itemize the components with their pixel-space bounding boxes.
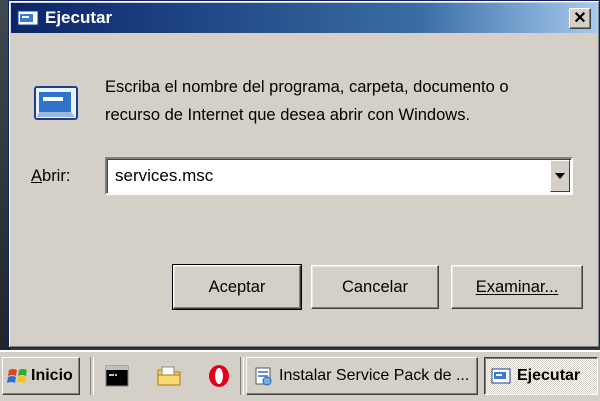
run-dialog-icon bbox=[491, 368, 511, 384]
taskbar-item-label: Ejecutar bbox=[517, 367, 581, 384]
start-label: Inicio bbox=[31, 367, 73, 384]
cancel-button-label: Cancelar bbox=[341, 277, 409, 296]
taskbar-item-label: Instalar Service Pack de ... bbox=[279, 367, 470, 384]
open-label-text: brir: bbox=[42, 167, 71, 185]
close-button[interactable]: ✕ bbox=[569, 8, 591, 29]
chevron-down-icon bbox=[555, 173, 565, 179]
taskbar-separator bbox=[90, 357, 94, 395]
opera-icon[interactable] bbox=[206, 363, 232, 389]
title-bar[interactable]: Ejecutar ✕ bbox=[11, 3, 597, 33]
open-label: Abrir: bbox=[31, 167, 70, 186]
taskbar-item-service-pack[interactable]: Instalar Service Pack de ... bbox=[246, 357, 478, 395]
accept-button[interactable]: Aceptar bbox=[172, 264, 302, 310]
accept-button-label: Aceptar bbox=[208, 277, 266, 296]
installer-icon bbox=[255, 367, 272, 386]
folder-icon[interactable] bbox=[156, 363, 182, 389]
open-combobox[interactable] bbox=[105, 157, 573, 195]
run-dialog-icon bbox=[34, 86, 78, 120]
open-label-accelerator: A bbox=[31, 167, 43, 185]
close-icon: ✕ bbox=[573, 9, 587, 27]
browse-button-label: Examinar... bbox=[475, 277, 559, 296]
windows-logo-icon bbox=[7, 369, 27, 383]
browse-button[interactable]: Examinar... bbox=[451, 265, 583, 309]
taskbar-separator bbox=[240, 357, 244, 395]
command-prompt-icon[interactable] bbox=[104, 363, 130, 389]
open-input[interactable] bbox=[115, 166, 535, 186]
taskbar-item-run[interactable]: Ejecutar bbox=[484, 357, 598, 395]
dialog-title: Ejecutar bbox=[45, 8, 113, 27]
run-dialog: Ejecutar ✕ Escriba el nombre del program… bbox=[8, 0, 600, 348]
run-dialog-icon bbox=[17, 10, 39, 26]
combo-dropdown-button[interactable] bbox=[550, 160, 570, 192]
start-button[interactable]: Inicio bbox=[2, 357, 80, 395]
run-instructions: Escriba el nombre del programa, carpeta,… bbox=[105, 78, 509, 124]
taskbar: Inicio Instalar Service Pack de ... Ejec… bbox=[0, 350, 600, 401]
cancel-button[interactable]: Cancelar bbox=[311, 265, 439, 309]
